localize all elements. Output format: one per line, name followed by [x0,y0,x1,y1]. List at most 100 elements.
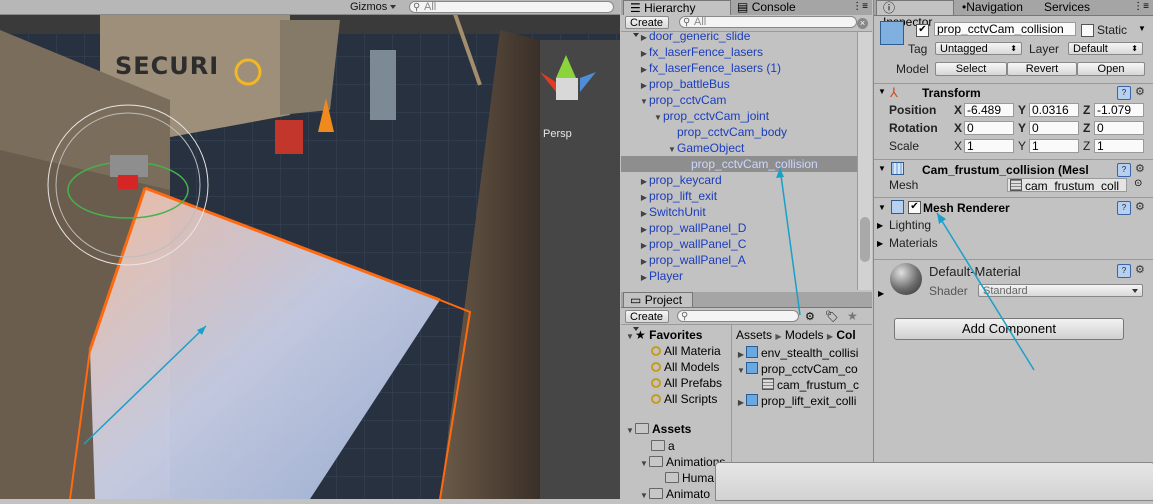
transform-rotation-z-field[interactable]: 0 [1094,121,1144,135]
transform-position-y-field[interactable]: 0.0316 [1029,103,1079,117]
favorite-item[interactable]: All Scripts [651,391,717,407]
help-icon[interactable]: ? [1117,86,1131,100]
layer-dropdown[interactable]: Default ⬍ [1068,42,1143,55]
favorite-item[interactable]: All Materia [651,343,721,359]
file-item[interactable]: cam_frustum_c [762,377,859,393]
breadcrumb-current[interactable]: Col [836,328,855,342]
active-checkbox[interactable]: ✔ [916,24,929,37]
help-icon[interactable]: ? [1117,264,1131,278]
project-create-button[interactable]: Create [625,310,669,332]
hierarchy-item[interactable]: ▼prop_cctvCam [621,92,857,108]
model-select-button[interactable]: Select [935,62,1007,76]
favorite-item[interactable]: All Models [651,359,719,375]
tab-navigation[interactable]: •Navigation [956,0,1038,15]
favorite-item[interactable]: All Prefabs [651,375,722,391]
hierarchy-item[interactable]: ▶ fx_laserFence_lasers (1) [621,60,857,76]
filter-by-type-icon[interactable]: ⚙ [805,310,815,323]
tab-inspector[interactable]: ⓘ Inspector [876,0,954,29]
breadcrumb-models[interactable]: Models [785,328,824,342]
model-revert-button[interactable]: Revert [1007,62,1077,76]
breadcrumb-assets[interactable]: Assets [736,328,772,342]
hierarchy-item[interactable]: ▼GameObject [621,140,857,156]
tab-services[interactable]: Services [1038,0,1102,15]
mesh-field[interactable]: cam_frustum_coll [1007,178,1127,192]
lighting-foldout[interactable]: Lighting [889,218,931,232]
tab-services-label: Services [1044,0,1091,14]
hierarchy-item[interactable]: ▶ prop_wallPanel_C [621,236,857,252]
expand-arrow-icon[interactable]: ▼ [639,488,649,504]
hierarchy-item[interactable]: ▶ prop_lift_exit [621,188,857,204]
expanded-arrow-icon[interactable]: ▼ [736,363,746,379]
transform-rotation-x-field[interactable]: 0 [964,121,1014,135]
hierarchy-item[interactable]: prop_cctvCam_body [621,124,857,140]
hierarchy-item[interactable]: ▶ SwitchUnit [621,204,857,220]
panel-menu-icon[interactable]: ⋮≡ [852,1,868,12]
hierarchy-item[interactable]: ▶ door_generic_slide [621,28,857,44]
hierarchy-item[interactable]: ▼prop_cctvCam_joint [621,108,857,124]
collapse-arrow-icon[interactable]: ▶ [877,221,883,230]
asset-folder-item[interactable]: Huma [665,470,714,486]
panel-menu-icon[interactable]: ⋮≡ [1133,1,1149,12]
gear-icon[interactable]: ⚙ [1135,162,1145,175]
hierarchy-item[interactable]: ▶ Player [621,268,857,284]
tab-hierarchy[interactable]: ☰ Hierarchy [623,0,731,15]
tag-dropdown[interactable]: Untagged ⬍ [935,42,1022,55]
hierarchy-item[interactable]: ▶ prop_wallPanel_A [621,252,857,268]
add-component-button[interactable]: Add Component [894,318,1124,340]
favorites-header[interactable]: ▼★ Favorites [625,327,702,343]
shader-dropdown[interactable]: Standard [978,284,1143,297]
hierarchy-item[interactable]: prop_cctvCam_collision [621,156,857,172]
materials-foldout[interactable]: Materials [889,236,938,250]
scene-view[interactable]: SECURI Persp Gizmos ⚲ All [0,0,620,499]
scene-render[interactable] [0,0,620,499]
asset-folder-item[interactable]: ▼ Animato [639,486,710,502]
hierarchy-item[interactable]: ▶ fx_laserFence_lasers [621,44,857,60]
tab-project[interactable]: ▭ Project [623,292,693,307]
collapse-arrow-icon[interactable]: ▶ [878,289,884,298]
collapsed-arrow-icon[interactable]: ▶ [639,270,649,286]
filter-by-label-icon[interactable]: 🏷 [825,310,839,323]
transform-position-z-field[interactable]: -1.079 [1094,103,1144,117]
collapsed-arrow-icon[interactable]: ▶ [736,395,746,411]
help-icon[interactable]: ? [1117,163,1131,177]
tab-console[interactable]: ▤ Console [731,0,821,15]
hierarchy-scrollbar[interactable] [857,32,872,290]
clear-search-icon[interactable]: × [857,18,868,29]
model-open-button[interactable]: Open [1077,62,1145,76]
static-checkbox[interactable] [1081,24,1094,37]
transform-scale-y-field[interactable]: 1 [1029,139,1079,153]
persp-label[interactable]: Persp [543,128,572,140]
gizmos-menu[interactable]: Gizmos [350,1,397,13]
transform-scale-x-field[interactable]: 1 [964,139,1014,153]
favorite-star-icon[interactable]: ★ [847,309,858,323]
gear-icon[interactable]: ⚙ [1135,263,1145,276]
transform-rotation-y-field[interactable]: 0 [1029,121,1079,135]
assets-header[interactable]: ▼ Assets [625,421,691,437]
object-picker-icon[interactable]: ⊙ [1134,178,1142,189]
expand-arrow-icon[interactable]: ▼ [878,164,886,173]
hierarchy-search-input[interactable]: ⚲ All [679,16,857,28]
asset-folder-item[interactable]: ▼ Animations [639,454,725,470]
file-item[interactable]: ▼ prop_cctvCam_co [736,361,858,377]
file-item[interactable]: ▶ prop_lift_exit_colli [736,393,856,409]
object-name-field[interactable]: prop_cctvCam_collision [934,22,1076,36]
asset-folder-item[interactable]: a [651,438,675,454]
hierarchy-item[interactable]: ▶ prop_keycard [621,172,857,188]
expand-arrow-icon[interactable]: ▼ [878,87,886,96]
hierarchy-item[interactable]: ▶ prop_wallPanel_D [621,220,857,236]
mesh-renderer-enabled-checkbox[interactable]: ✔ [908,201,921,214]
gear-icon[interactable]: ⚙ [1135,85,1145,98]
scene-search-input[interactable]: ⚲ All [409,1,614,13]
expand-arrow-icon[interactable]: ▼ [639,456,649,472]
collapse-arrow-icon[interactable]: ▶ [877,239,883,248]
hierarchy-item[interactable]: ▶ prop_battleBus [621,76,857,92]
transform-scale-z-field[interactable]: 1 [1094,139,1144,153]
file-item[interactable]: ▶ env_stealth_collisi [736,345,858,361]
transform-position-x-field[interactable]: -6.489 [964,103,1014,117]
expand-arrow-icon[interactable]: ▼ [878,203,886,212]
gear-icon[interactable]: ⚙ [1135,200,1145,213]
help-icon[interactable]: ? [1117,201,1131,215]
static-dropdown-icon[interactable]: ▼ [1138,24,1146,33]
hierarchy-scroll-thumb[interactable] [860,217,870,262]
project-search-input[interactable]: ⚲ [677,310,799,322]
